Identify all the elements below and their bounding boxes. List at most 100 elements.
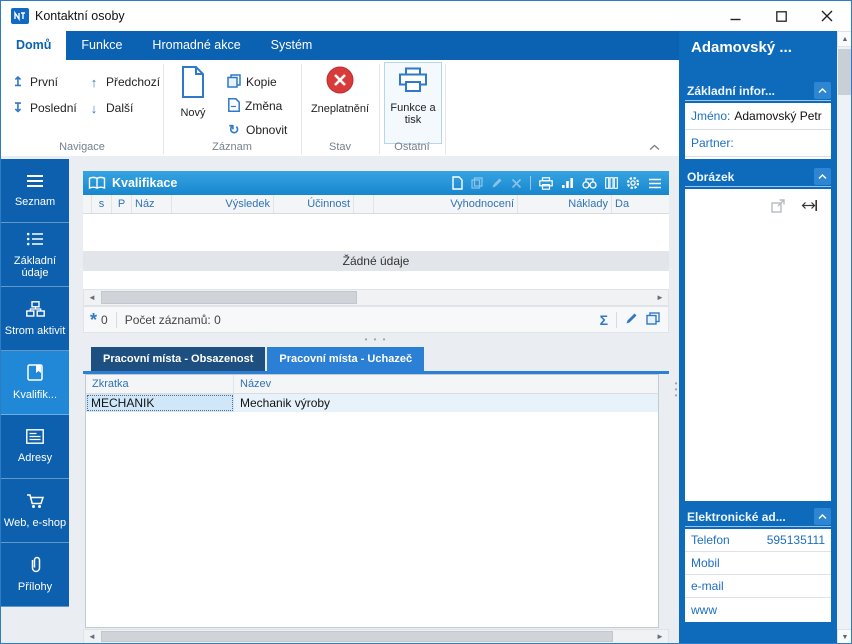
menu-icon[interactable]	[648, 178, 662, 189]
column-header-p[interactable]: P	[111, 195, 131, 213]
column-header-s[interactable]: s	[91, 195, 111, 213]
scroll-left-icon[interactable]: ◄	[84, 630, 100, 643]
name-value[interactable]: Adamovský Petr	[734, 109, 821, 123]
scroll-up-icon[interactable]: ▲	[837, 31, 852, 47]
columns-icon[interactable]	[605, 177, 618, 189]
section-basic-info[interactable]: Základní infor...	[685, 81, 831, 101]
copy-grid-icon[interactable]	[646, 312, 660, 328]
grid-panel-header: Kvalifikace	[83, 171, 669, 195]
nav-previous-button[interactable]: ↑ Předchozí	[87, 72, 160, 92]
copy-record-button[interactable]: Kopie	[227, 72, 277, 92]
sidebar-item-seznam[interactable]: Seznam	[1, 159, 69, 223]
sidebar-item-web-eshop[interactable]: Web, e-shop	[1, 479, 69, 543]
column-header-nazev[interactable]: Náz	[131, 195, 171, 213]
ribbon-tab-system[interactable]: Systém	[256, 31, 328, 60]
column-header-vyhodnoceni[interactable]: Vyhodnocení	[373, 195, 517, 213]
partner-label: Partner:	[691, 136, 734, 150]
phone-row[interactable]: Telefon 595135111	[685, 529, 831, 552]
image-box	[685, 189, 831, 501]
column-header-naklady[interactable]: Náklady	[517, 195, 611, 213]
bottom-horizontal-scrollbar[interactable]: ◄ ►	[83, 629, 669, 644]
collapse-section-icon[interactable]	[814, 82, 831, 99]
nav-next-button[interactable]: ↓ Další	[87, 98, 133, 118]
open-external-icon[interactable]	[771, 199, 785, 216]
jobs-column-zkratka[interactable]: Zkratka	[86, 375, 234, 393]
sidebar-item-zakladni-udaje[interactable]: Základní údaje	[1, 223, 69, 287]
minimize-button[interactable]	[713, 1, 757, 31]
book-icon	[88, 176, 106, 190]
email-row[interactable]: e-mail	[685, 575, 831, 598]
gear-icon[interactable]	[626, 176, 640, 190]
binoculars-icon[interactable]	[582, 177, 597, 189]
scroll-right-icon[interactable]: ►	[652, 290, 668, 305]
maximize-button[interactable]	[759, 1, 803, 31]
paperclip-icon	[27, 556, 43, 576]
edit-item-icon[interactable]	[491, 177, 503, 189]
collapse-section-icon[interactable]	[814, 168, 831, 185]
sum-icon[interactable]: Σ	[600, 312, 608, 328]
titlebar: Kontaktní osoby	[1, 1, 851, 31]
scroll-thumb[interactable]	[101, 631, 613, 642]
scroll-left-icon[interactable]: ◄	[84, 290, 100, 305]
chart-icon[interactable]	[561, 177, 574, 189]
app-window: Kontaktní osoby Domů Funkce Hromadné akc…	[0, 0, 852, 644]
column-header-datum[interactable]: Da	[611, 195, 669, 213]
window-title: Kontaktní osoby	[35, 9, 125, 23]
sidebar-item-prilohy[interactable]: Přílohy	[1, 543, 69, 607]
grid-toolbar	[452, 176, 662, 190]
horizontal-splitter[interactable]: • • •	[83, 336, 669, 344]
new-document-icon	[180, 66, 206, 101]
tab-pracovni-mista-uchazec[interactable]: Pracovní místa - Uchazeč	[267, 347, 424, 371]
jobs-table-row[interactable]: MECHANIK Mechanik výroby	[86, 394, 658, 412]
column-header-vysledek[interactable]: Výsledek	[171, 195, 273, 213]
invalidate-button[interactable]: Zneplatnění	[305, 62, 375, 142]
section-image[interactable]: Obrázek	[685, 167, 831, 187]
name-field[interactable]: Jméno: Adamovský Petr	[685, 103, 831, 130]
tab-pracovni-mista-obsazenost[interactable]: Pracovní místa - Obsazenost	[91, 347, 265, 371]
jobs-column-nazev[interactable]: Název	[234, 375, 658, 393]
scroll-down-icon[interactable]: ▼	[837, 629, 852, 644]
section-electronic-addresses[interactable]: Elektronické ad...	[685, 507, 831, 527]
column-header-ucinnost[interactable]: Účinnost	[273, 195, 353, 213]
job-name-cell[interactable]: Mechanik výroby	[234, 394, 658, 412]
scroll-right-icon[interactable]: ►	[652, 630, 668, 643]
collapse-ribbon-button[interactable]	[649, 140, 660, 154]
app-icon	[11, 8, 29, 27]
ribbon-tab-hromadne-akce[interactable]: Hromadné akce	[137, 31, 255, 60]
name-label: Jméno:	[691, 109, 730, 123]
phone-value[interactable]: 595135111	[767, 533, 825, 547]
print-icon[interactable]	[539, 177, 553, 190]
basic-info-box: Jméno: Adamovský Petr Partner:	[685, 103, 831, 159]
group-label-stav: Stav	[301, 141, 379, 153]
nav-last-button[interactable]: ↧ Poslední	[11, 98, 77, 118]
collapse-section-icon[interactable]	[814, 508, 831, 525]
functions-print-button[interactable]: Funkce a tisk	[384, 62, 442, 144]
scroll-thumb[interactable]	[101, 291, 357, 304]
scroll-thumb[interactable]	[838, 49, 852, 95]
job-code-cell[interactable]: MECHANIK	[86, 394, 234, 412]
copy-item-icon[interactable]	[471, 177, 483, 189]
detail-tab-strip: Pracovní místa - Obsazenost Pracovní mís…	[91, 347, 424, 371]
mobile-row[interactable]: Mobil	[685, 552, 831, 575]
change-record-button[interactable]: Změna	[227, 96, 282, 116]
sidebar-item-adresy[interactable]: Adresy	[1, 415, 69, 479]
tree-icon	[26, 301, 45, 320]
partner-field[interactable]: Partner:	[685, 130, 831, 157]
delete-item-icon[interactable]	[511, 178, 522, 189]
jobs-table: Zkratka Název MECHANIK Mechanik výroby	[85, 374, 659, 628]
close-button[interactable]	[805, 1, 849, 31]
www-row[interactable]: www	[685, 598, 831, 621]
sidebar-item-kvalifikace[interactable]: Kvalifik...	[1, 351, 69, 415]
arrow-down-icon: ↓	[87, 101, 101, 116]
vertical-scrollbar[interactable]: ▲ ▼	[837, 31, 852, 644]
ribbon-tab-domu[interactable]: Domů	[1, 31, 66, 60]
new-item-icon[interactable]	[452, 176, 463, 190]
sidebar-item-strom-aktivit[interactable]: Strom aktivit	[1, 287, 69, 351]
refresh-button[interactable]: ↻ Obnovit	[227, 120, 287, 140]
ribbon-tab-funkce[interactable]: Funkce	[66, 31, 137, 60]
edit-pencil-icon[interactable]	[625, 312, 638, 328]
fit-width-icon[interactable]	[801, 199, 818, 215]
grid-horizontal-scrollbar[interactable]: ◄ ►	[83, 289, 669, 306]
new-record-button[interactable]: Nový	[169, 62, 217, 142]
nav-first-button[interactable]: ↥ První	[11, 72, 58, 92]
